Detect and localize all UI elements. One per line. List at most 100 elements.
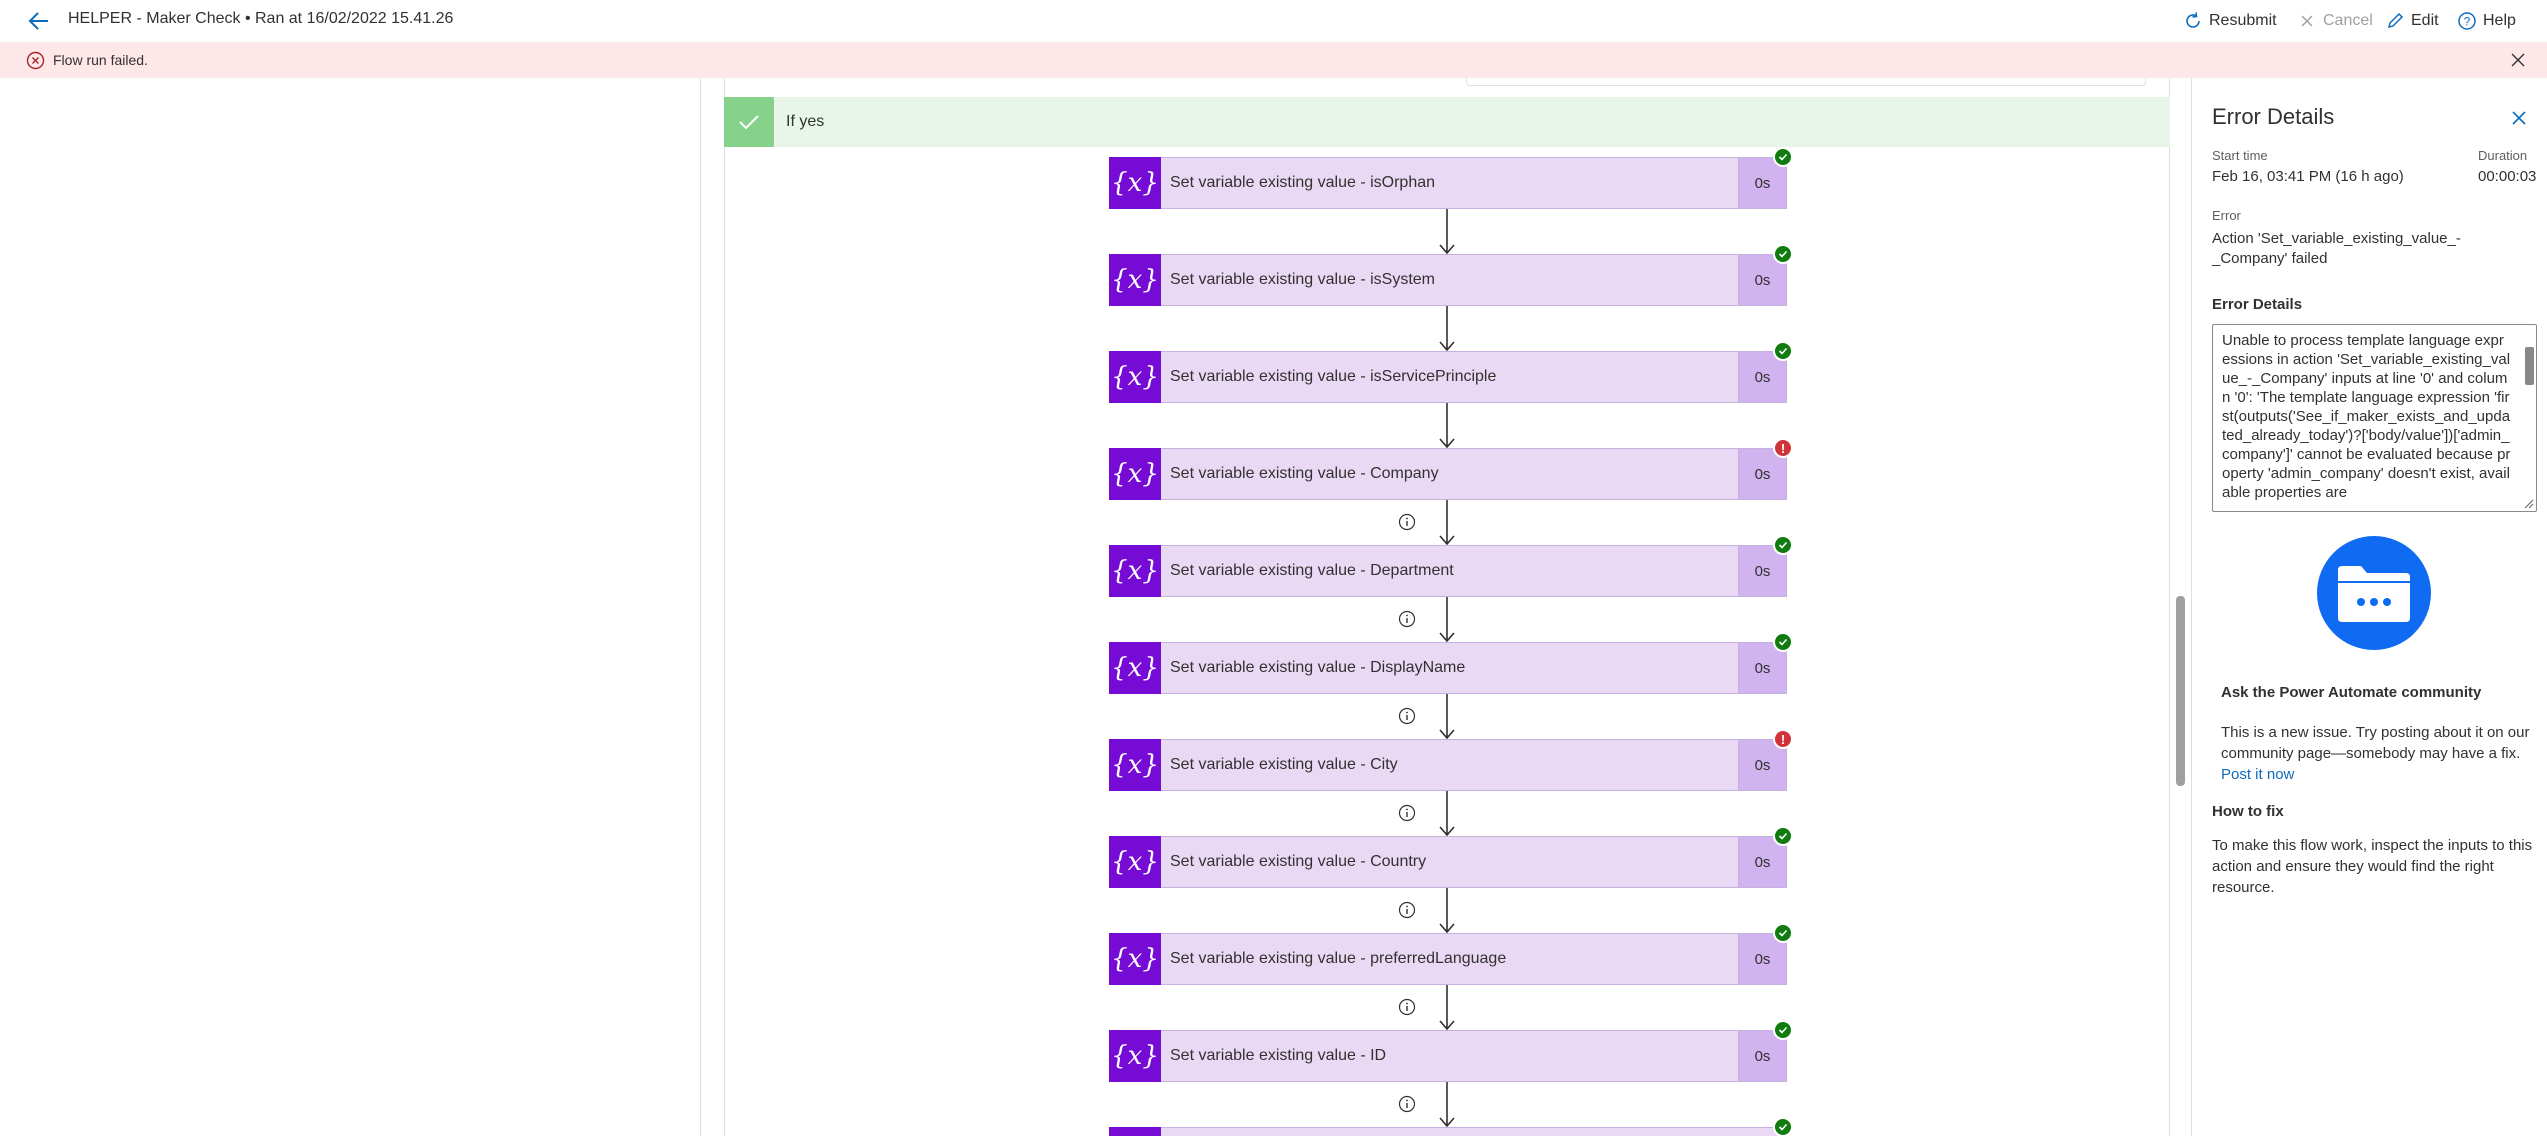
connector-arrow-icon bbox=[1439, 1082, 1455, 1128]
variable-icon: {x} bbox=[1109, 254, 1161, 306]
if-yes-label: If yes bbox=[786, 113, 825, 130]
community-heading: Ask the Power Automate community bbox=[2221, 684, 2482, 701]
variable-icon: {x} bbox=[1109, 157, 1161, 209]
info-icon[interactable] bbox=[1398, 901, 1416, 919]
action-card[interactable]: {x} Set variable existing value - preferr… bbox=[1109, 933, 1787, 985]
info-icon[interactable] bbox=[1398, 998, 1416, 1016]
variable-icon bbox=[1109, 1127, 1161, 1136]
succeeded-status-icon bbox=[1773, 923, 1793, 943]
action-card[interactable]: {x} Set variable existing value - Display… bbox=[1109, 642, 1787, 694]
succeeded-status-icon bbox=[1773, 1020, 1793, 1040]
edit-button[interactable]: Edit bbox=[2385, 9, 2439, 33]
info-icon[interactable] bbox=[1398, 513, 1416, 531]
flow-run-title: HELPER - Maker Check • Ran at 16/02/2022… bbox=[68, 10, 454, 27]
error-banner-message: Flow run failed. bbox=[53, 52, 148, 68]
error-banner: Flow run failed. bbox=[0, 42, 2547, 78]
error-details-panel: Error Details Start time Feb 16, 03:41 P… bbox=[2191, 78, 2547, 1136]
variable-icon: {x} bbox=[1109, 642, 1161, 694]
succeeded-status-icon bbox=[1773, 826, 1793, 846]
action-label: Set variable existing value - isOrphan bbox=[1170, 174, 1436, 191]
community-text: This is a new issue. Try posting about i… bbox=[2221, 724, 2530, 762]
action-label: Set variable existing value - preferredL… bbox=[1170, 950, 1507, 967]
cancel-label: Cancel bbox=[2323, 12, 2373, 29]
action-label: Set variable existing value - Country bbox=[1170, 853, 1427, 870]
info-icon[interactable] bbox=[1398, 804, 1416, 822]
action-label: Set variable existing value - DisplayNam… bbox=[1170, 659, 1466, 676]
action-card[interactable]: {x} Set variable existing value - ID 0s bbox=[1109, 1030, 1787, 1082]
help-label: Help bbox=[2483, 12, 2516, 29]
resubmit-label: Resubmit bbox=[2209, 12, 2277, 29]
canvas-divider bbox=[700, 78, 701, 1136]
variable-icon: {x} bbox=[1109, 739, 1161, 791]
close-panel-icon[interactable] bbox=[2509, 108, 2529, 128]
error-circle-icon bbox=[26, 51, 45, 70]
variable-icon: {x} bbox=[1109, 933, 1161, 985]
info-icon[interactable] bbox=[1398, 707, 1416, 725]
connector-arrow-icon bbox=[1439, 888, 1455, 934]
panel-title: Error Details bbox=[2212, 104, 2335, 129]
connector-arrow-icon bbox=[1439, 306, 1455, 352]
connector-arrow-icon bbox=[1439, 403, 1455, 449]
error-message-line1: Action 'Set_variable_existing_value_- bbox=[2212, 230, 2461, 247]
previous-card-edge bbox=[1466, 78, 2146, 86]
action-card[interactable]: {x} Set variable existing value - isOrpha… bbox=[1109, 157, 1787, 209]
action-card[interactable]: {x} Set variable existing value - isSyste… bbox=[1109, 254, 1787, 306]
action-card[interactable]: {x} Set variable existing value - Departm… bbox=[1109, 545, 1787, 597]
command-bar: HELPER - Maker Check • Ran at 16/02/2022… bbox=[0, 0, 2547, 42]
info-icon[interactable] bbox=[1398, 610, 1416, 628]
succeeded-status-icon bbox=[1773, 1117, 1793, 1137]
succeeded-status-icon bbox=[1773, 632, 1793, 652]
start-time-label: Start time bbox=[2212, 148, 2268, 163]
variable-icon: {x} bbox=[1109, 351, 1161, 403]
succeeded-status-icon bbox=[1773, 341, 1793, 361]
duration-label: Duration bbox=[2478, 148, 2528, 163]
close-icon bbox=[2301, 15, 2313, 27]
canvas-scrollbar[interactable] bbox=[2176, 596, 2185, 786]
action-card[interactable]: {x} Set variable existing value - Company… bbox=[1109, 448, 1787, 500]
action-label: Set variable existing value - City bbox=[1170, 756, 1398, 773]
info-icon[interactable] bbox=[1398, 1095, 1416, 1113]
folder-icon bbox=[2317, 536, 2431, 650]
failed-status-icon: ! bbox=[1773, 729, 1793, 749]
pencil-icon bbox=[2387, 12, 2404, 29]
textarea-scrollbar[interactable] bbox=[2525, 347, 2534, 385]
variable-icon: {x} bbox=[1109, 545, 1161, 597]
how-to-fix-heading: How to fix bbox=[2212, 803, 2284, 820]
if-yes-branch-header[interactable]: If yes bbox=[724, 97, 2170, 147]
start-time-value: Feb 16, 03:41 PM (16 h ago) bbox=[2212, 168, 2404, 185]
checkmark-icon bbox=[724, 97, 774, 147]
dismiss-banner-icon[interactable] bbox=[2509, 51, 2527, 69]
action-card[interactable]: {x} Set variable existing value - isServi… bbox=[1109, 351, 1787, 403]
error-details-label: Error Details bbox=[2212, 296, 2303, 313]
connector-arrow-icon bbox=[1439, 597, 1455, 643]
error-label: Error bbox=[2212, 208, 2241, 223]
error-message-line2: _Company' failed bbox=[2212, 250, 2328, 267]
post-it-now-link[interactable]: Post it now bbox=[2221, 766, 2294, 783]
action-label: Set variable existing value - isServiceP… bbox=[1170, 368, 1497, 385]
variable-icon: {x} bbox=[1109, 448, 1161, 500]
error-details-textarea[interactable]: Unable to process template language expr… bbox=[2212, 324, 2537, 512]
community-paragraph: This is a new issue. Try posting about i… bbox=[2221, 722, 2541, 785]
connector-arrow-icon bbox=[1439, 500, 1455, 546]
connector-arrow-icon bbox=[1439, 694, 1455, 740]
action-card-partial[interactable] bbox=[1109, 1127, 1787, 1136]
failed-status-icon: ! bbox=[1773, 438, 1793, 458]
edit-label: Edit bbox=[2411, 12, 2439, 29]
action-card[interactable]: {x} Set variable existing value - City 0s bbox=[1109, 739, 1787, 791]
variable-icon: {x} bbox=[1109, 836, 1161, 888]
action-label: Set variable existing value - Company bbox=[1170, 465, 1439, 482]
connector-arrow-icon bbox=[1439, 985, 1455, 1031]
cancel-button[interactable]: Cancel bbox=[2297, 9, 2373, 33]
error-details-text: Unable to process template language expr… bbox=[2222, 332, 2511, 501]
succeeded-status-icon bbox=[1773, 535, 1793, 555]
back-arrow-icon[interactable] bbox=[26, 8, 52, 34]
help-button[interactable]: ? Help bbox=[2457, 9, 2516, 33]
succeeded-status-icon bbox=[1773, 147, 1793, 167]
svg-text:?: ? bbox=[2464, 15, 2471, 29]
resize-grip-icon[interactable] bbox=[2522, 497, 2534, 509]
help-icon: ? bbox=[2458, 12, 2476, 30]
connector-arrow-icon bbox=[1439, 791, 1455, 837]
action-card[interactable]: {x} Set variable existing value - Country… bbox=[1109, 836, 1787, 888]
action-label: Set variable existing value - Department bbox=[1170, 562, 1454, 579]
resubmit-button[interactable]: Resubmit bbox=[2183, 9, 2277, 33]
